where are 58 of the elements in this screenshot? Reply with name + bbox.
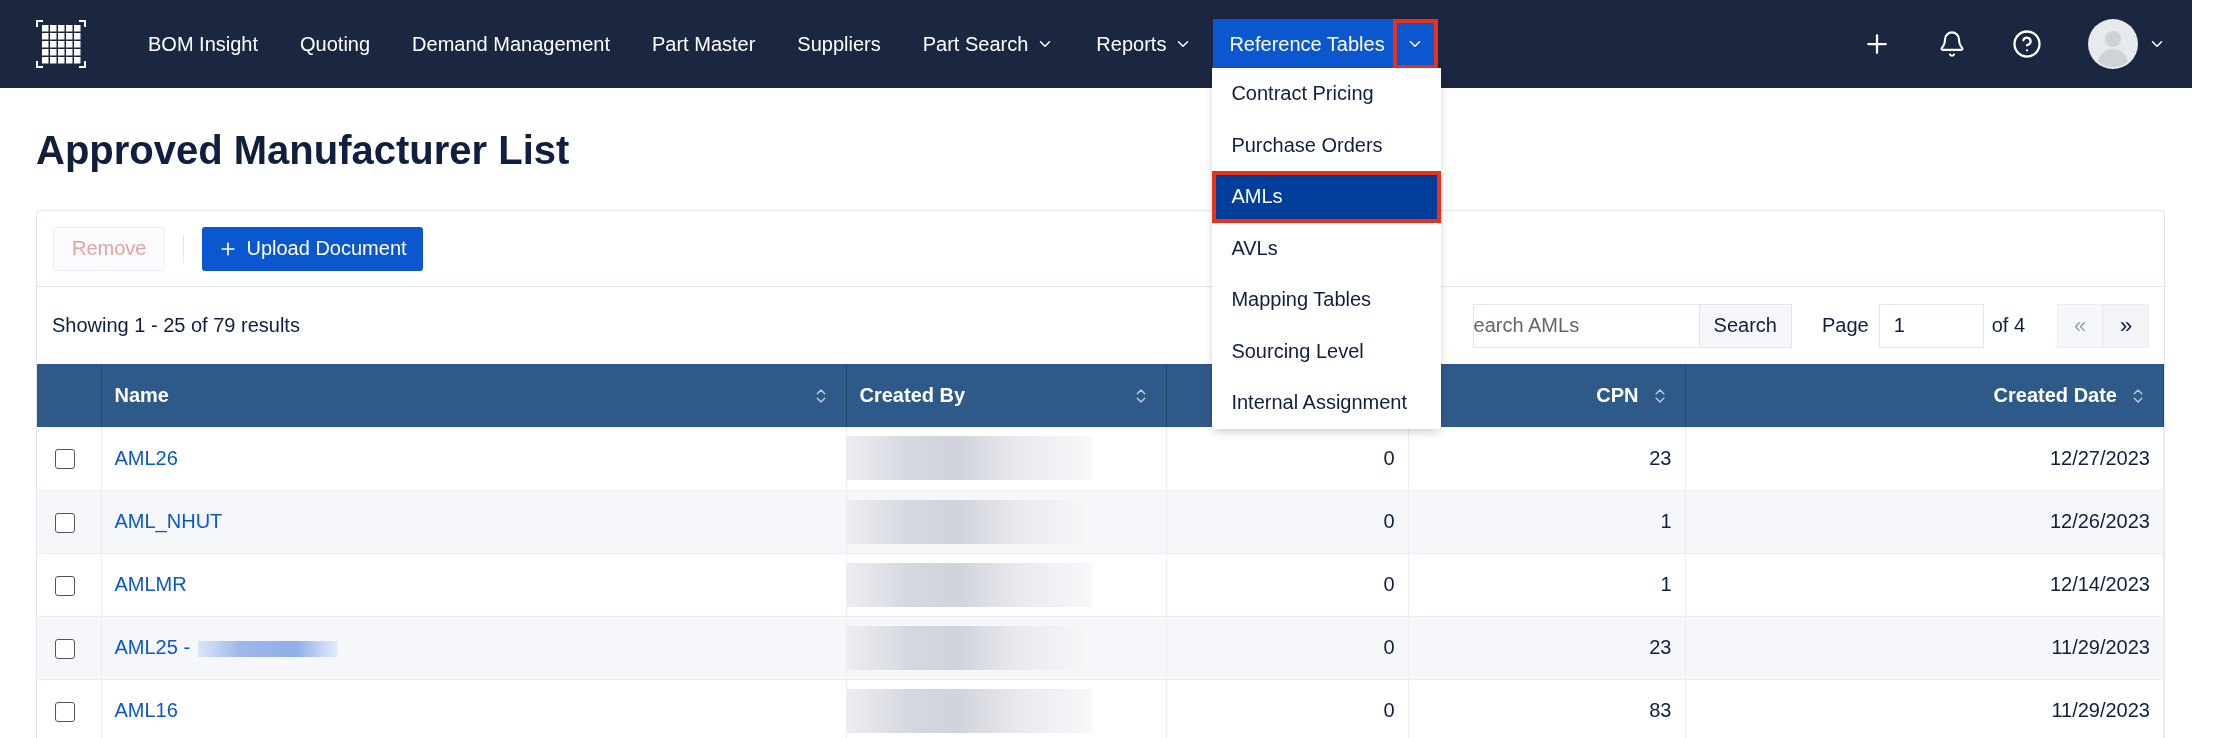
notification-button[interactable]	[1938, 30, 1966, 58]
row-checkbox[interactable]	[55, 638, 75, 659]
next-page-button[interactable]: »	[2103, 303, 2149, 348]
table-cell: 0	[1166, 616, 1408, 679]
nav-link[interactable]: Suppliers	[776, 19, 902, 69]
table-cell: 0	[1166, 427, 1408, 490]
nav-link[interactable]: Part Master	[631, 19, 777, 69]
avatar-icon	[2088, 19, 2138, 69]
table-cell: 0	[1166, 490, 1408, 553]
table-cell: 0	[1166, 553, 1408, 616]
row-checkbox[interactable]	[55, 449, 75, 470]
table-cell: 12/14/2023	[1685, 553, 2164, 616]
menu-item[interactable]: Purchase Orders	[1212, 119, 1442, 171]
page-label: Page	[1821, 314, 1869, 337]
upload-button[interactable]: Upload Document	[202, 226, 423, 271]
nav-link[interactable]: Demand Management	[391, 19, 631, 69]
table-cell: 12/27/2023	[1685, 427, 2164, 490]
name-link[interactable]: AML26	[114, 446, 178, 469]
search-field[interactable]: earch AMLs	[1472, 303, 1699, 348]
nav-menu[interactable]: Part Search	[901, 19, 1076, 69]
table-cell: 1	[1408, 490, 1685, 553]
name-link[interactable]: AML_NHUT	[114, 510, 223, 532]
nav-menu[interactable]: Reports	[1075, 19, 1214, 69]
table-cell: 12/26/2023	[1685, 490, 2164, 553]
page-count: of 4	[1991, 314, 2025, 337]
name-link[interactable]: AML16	[114, 699, 178, 721]
table-cell: 23	[1408, 427, 1685, 490]
column-header[interactable]: Created Date	[1685, 364, 2164, 427]
table-cell: 11/29/2023	[1685, 679, 2164, 738]
table-cell: 83	[1408, 679, 1685, 738]
table-cell: 0	[1166, 679, 1408, 738]
nav-link[interactable]: Quoting	[279, 19, 392, 69]
page-input[interactable]: 1	[1878, 303, 1984, 348]
row-checkbox[interactable]	[55, 575, 75, 596]
logo-icon[interactable]	[35, 19, 87, 69]
results-count: Showing 1 - 25 of 79 results	[52, 314, 300, 337]
page-title: Approved Manufacturer List	[36, 127, 570, 174]
table-cell: 1	[1408, 553, 1685, 616]
menu-item[interactable]: Contract Pricing	[1212, 68, 1442, 120]
table-cell: 23	[1408, 616, 1685, 679]
dropdown-toggle[interactable]	[1392, 19, 1438, 69]
menu-item[interactable]: Sourcing Level	[1212, 325, 1442, 377]
column-header[interactable]: Name	[101, 364, 846, 427]
header-cell	[37, 364, 101, 427]
nav-link[interactable]: Reference Tables	[1213, 19, 1393, 69]
name-link[interactable]: AMLMR	[114, 573, 187, 595]
name-link[interactable]: AML25 -	[114, 636, 191, 658]
menu-item[interactable]: AMLs	[1212, 171, 1442, 223]
table-cell: 11/29/2023	[1685, 616, 2164, 679]
menu-item[interactable]: Internal Assignment	[1212, 377, 1442, 429]
search-button[interactable]: Search	[1698, 303, 1792, 348]
row-checkbox[interactable]	[55, 512, 75, 533]
menu-item[interactable]: Mapping Tables	[1212, 274, 1442, 326]
help-button[interactable]	[2012, 29, 2042, 59]
row-checkbox[interactable]	[55, 701, 75, 722]
nav-link[interactable]: BOM Insight	[127, 19, 280, 69]
menu-item[interactable]: AVLs	[1212, 222, 1442, 274]
column-header[interactable]: Created By	[846, 364, 1166, 427]
